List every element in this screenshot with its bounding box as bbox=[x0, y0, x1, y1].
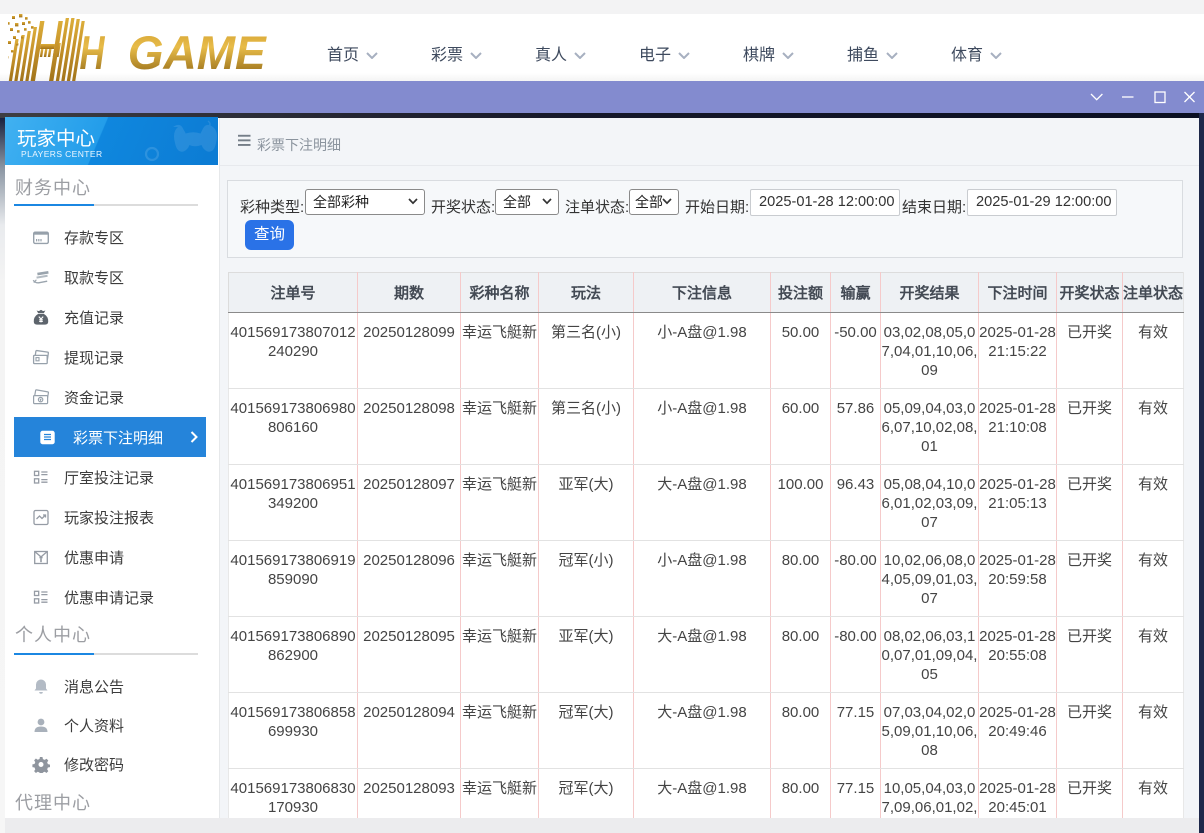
svg-text:GAME: GAME bbox=[128, 27, 267, 80]
svg-text:H: H bbox=[80, 27, 106, 80]
